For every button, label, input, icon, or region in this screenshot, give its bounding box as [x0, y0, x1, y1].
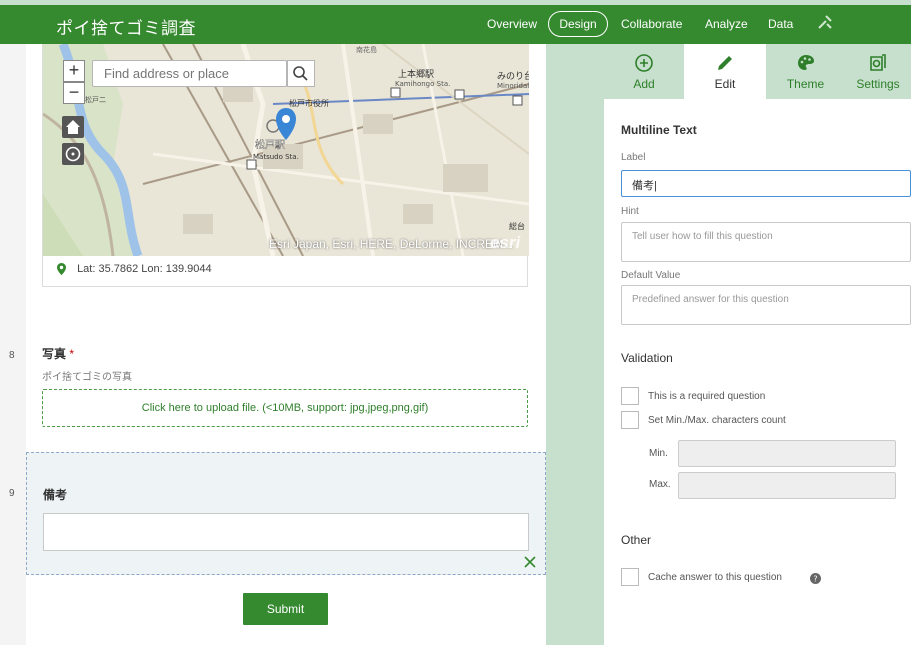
settings-gear-icon: [870, 54, 886, 71]
required-checkbox-label: This is a required question: [648, 391, 766, 402]
panel-tabs: Add Edit Theme Settings: [604, 44, 911, 99]
question-number: 9: [9, 488, 15, 499]
file-upload-area[interactable]: Click here to upload file. (<10MB, suppo…: [42, 389, 528, 427]
home-icon: [66, 120, 80, 134]
form-preview: 南花島 上本郷駅 Kamihongo Sta. みのり台 Minoridai 松…: [26, 44, 546, 645]
svg-text:総台: 総台: [509, 221, 525, 231]
locate-icon: [65, 146, 81, 162]
label-field-label: Label: [621, 152, 646, 163]
default-value-label: Default Value: [621, 270, 681, 281]
required-mark: *: [69, 347, 75, 361]
properties-panel: Add Edit Theme Settings Multiline Text L…: [604, 44, 911, 645]
location-pin-icon: [57, 263, 66, 276]
esri-logo: esri: [490, 233, 521, 252]
geopoint-question: 南花島 上本郷駅 Kamihongo Sta. みのり台 Minoridai 松…: [42, 44, 529, 287]
svg-text:南花島: 南花島: [356, 45, 377, 54]
required-checkbox[interactable]: [621, 387, 639, 405]
svg-text:みのり台: みのり台: [497, 70, 529, 82]
photo-question-hint: ポイ捨てゴミの写真: [42, 372, 132, 383]
map-attribution: Esri Japan, Esri, HERE, DeLorme, INCREM.…: [269, 237, 514, 251]
tab-settings-label: Settings: [856, 77, 900, 91]
minmax-checkbox-label: Set Min./Max. characters count: [648, 415, 786, 426]
nav-design[interactable]: Design: [548, 11, 608, 37]
map-search-input[interactable]: [92, 60, 287, 87]
max-label: Max.: [649, 479, 671, 490]
coordinates-readout: Lat: 35.7862 Lon: 139.9044: [57, 263, 212, 276]
svg-text:上本郷駅: 上本郷駅: [398, 68, 434, 80]
map-canvas[interactable]: 南花島 上本郷駅 Kamihongo Sta. みのり台 Minoridai 松…: [43, 44, 529, 256]
nav-overview[interactable]: Overview: [487, 17, 537, 31]
map-search-button[interactable]: [287, 60, 315, 87]
coordinates-text: Lat: 35.7862 Lon: 139.9044: [77, 263, 212, 275]
question-number-strip: 8 9: [0, 44, 26, 645]
memo-question-selected[interactable]: 備考: [26, 452, 546, 575]
tab-edit-label: Edit: [714, 77, 736, 91]
min-input: [678, 440, 896, 467]
question-number: 8: [9, 350, 15, 361]
svg-text:Kamihongo Sta.: Kamihongo Sta.: [395, 80, 450, 88]
svg-text:松戸市役所: 松戸市役所: [289, 98, 329, 108]
tab-theme-label: Theme: [786, 77, 825, 91]
svg-text:Minoridai: Minoridai: [497, 82, 529, 90]
close-icon[interactable]: [523, 555, 537, 569]
memo-question-label: 備考: [43, 488, 68, 502]
palette-icon: [797, 55, 814, 70]
photo-question-label: 写真 *: [42, 345, 74, 362]
svg-text:?: ?: [813, 575, 817, 584]
tab-add[interactable]: Add: [604, 44, 684, 99]
validation-title: Validation: [621, 351, 673, 365]
nav-analyze[interactable]: Analyze: [705, 17, 748, 31]
zoom-in-button[interactable]: +: [63, 60, 85, 82]
hint-input[interactable]: Tell user how to fill this question: [621, 222, 911, 262]
nav-data[interactable]: Data: [768, 17, 793, 31]
nav-collaborate[interactable]: Collaborate: [621, 17, 682, 31]
tab-edit[interactable]: Edit: [684, 44, 766, 99]
hint-field-label: Hint: [621, 206, 639, 217]
help-icon[interactable]: ?: [810, 573, 821, 584]
default-value-input[interactable]: Predefined answer for this question: [621, 285, 911, 325]
top-navigation-bar: ポイ捨てゴミ調査 Overview Design Collaborate Ana…: [0, 5, 911, 44]
cache-checkbox-label: Cache answer to this question: [648, 572, 782, 583]
other-title: Other: [621, 533, 652, 547]
tab-theme[interactable]: Theme: [766, 44, 845, 99]
min-label: Min.: [649, 448, 668, 459]
locate-button[interactable]: [62, 143, 84, 165]
home-button[interactable]: [62, 116, 84, 138]
svg-text:松戸二: 松戸二: [85, 95, 106, 104]
tab-settings[interactable]: Settings: [845, 44, 911, 99]
max-input: [678, 472, 896, 499]
zoom-out-button[interactable]: −: [63, 82, 85, 104]
survey-title: ポイ捨てゴミ調査: [56, 19, 196, 38]
add-circle-icon: [635, 54, 653, 72]
submit-button[interactable]: Submit: [243, 593, 328, 625]
label-input[interactable]: 備考|: [621, 170, 911, 197]
memo-textarea[interactable]: [43, 513, 529, 551]
svg-text:松戸駅: 松戸駅: [255, 138, 285, 151]
search-icon: [293, 66, 308, 81]
pencil-icon: [718, 56, 732, 70]
question-type-title: Multiline Text: [621, 123, 697, 137]
tab-add-label: Add: [633, 77, 655, 91]
minmax-checkbox[interactable]: [621, 411, 639, 429]
svg-text:Matsudo Sta.: Matsudo Sta.: [253, 153, 299, 161]
photo-label-text: 写真: [42, 347, 67, 361]
cache-checkbox[interactable]: [621, 568, 639, 586]
tools-icon[interactable]: [817, 14, 833, 30]
